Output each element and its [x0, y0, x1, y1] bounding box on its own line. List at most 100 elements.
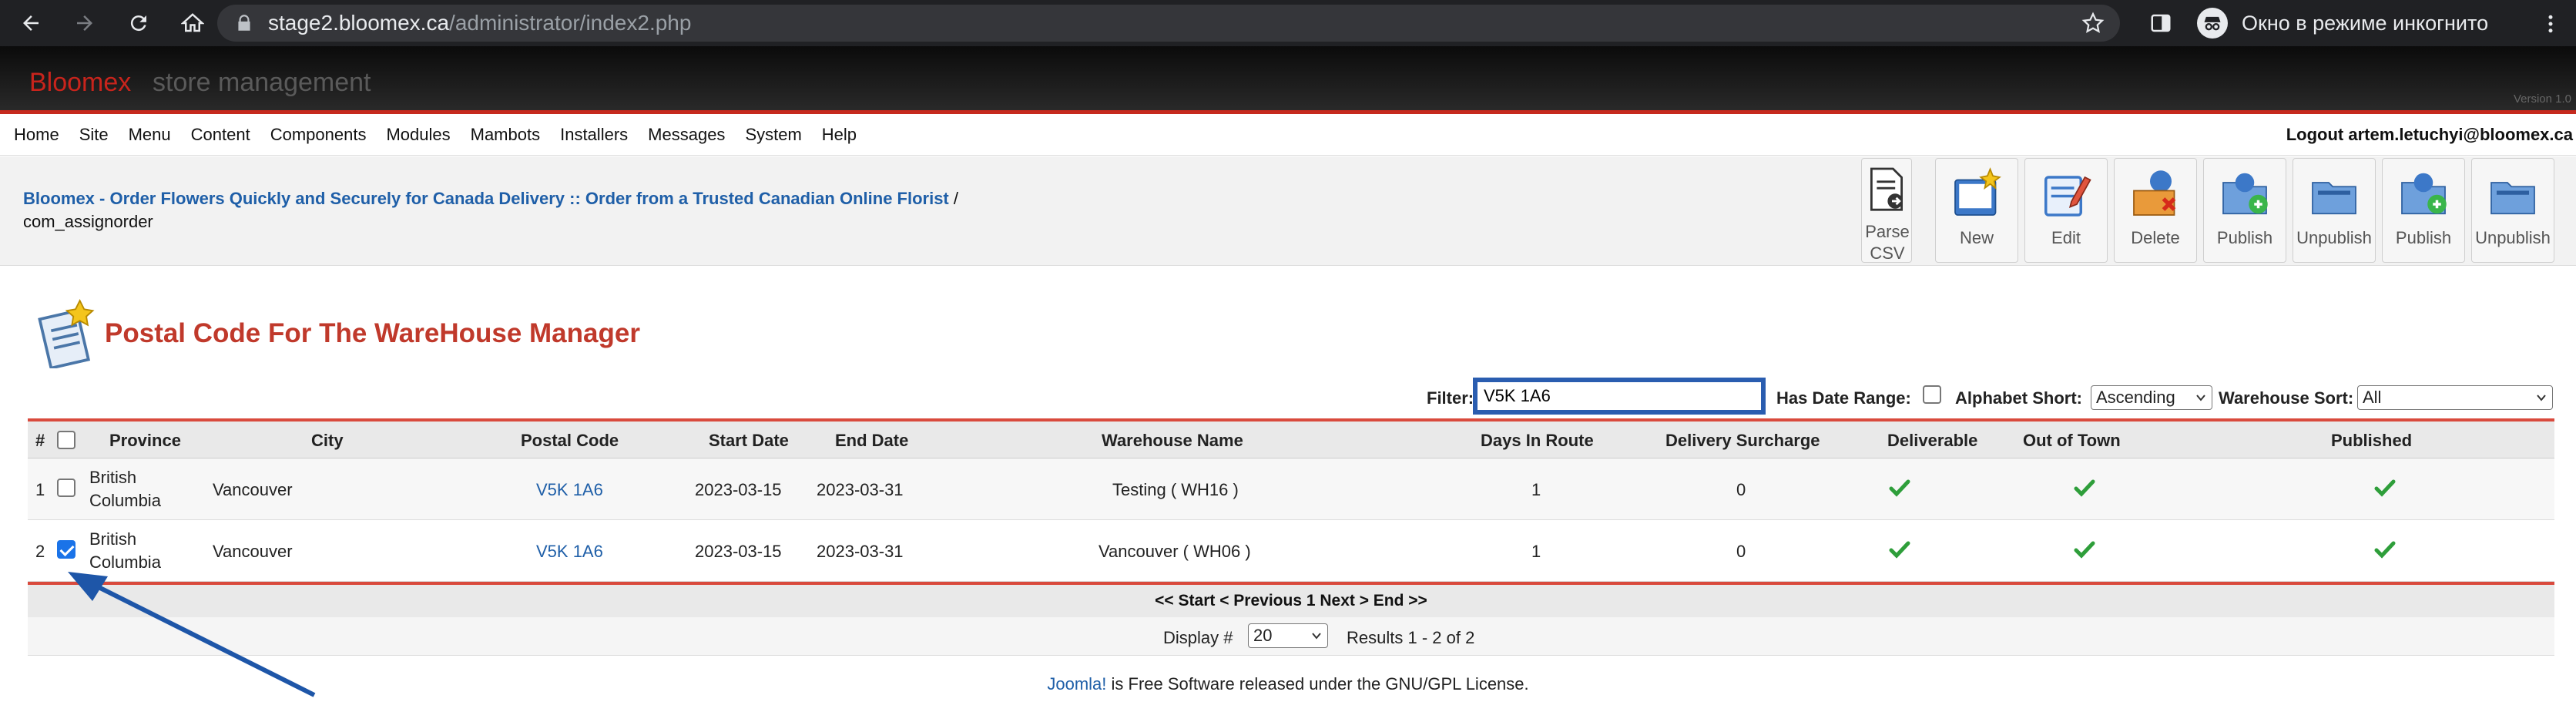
unpublish-icon — [2312, 182, 2356, 215]
admin-menu: Home Site Menu Content Components Module… — [0, 114, 2576, 156]
side-panel-icon[interactable] — [2149, 12, 2172, 35]
col-deliverable[interactable]: Deliverable — [1887, 431, 1977, 451]
col-out-of-town[interactable]: Out of Town — [2023, 431, 2121, 451]
warehouse-sort-select[interactable]: All — [2357, 385, 2553, 410]
browser-right-controls: Окно в режиме инкогнито — [2149, 5, 2504, 42]
unpublish-button[interactable]: Unpublish — [2293, 158, 2376, 263]
edit-button[interactable]: Edit — [2024, 158, 2108, 263]
bookmark-star-icon[interactable] — [2081, 12, 2105, 35]
display-label: Display # — [1163, 628, 1233, 647]
menu-home[interactable]: Home — [14, 125, 59, 145]
reload-button[interactable] — [122, 6, 156, 40]
new-label: New — [1959, 228, 1994, 247]
new-button[interactable]: New — [1935, 158, 2018, 263]
out-of-town-check-icon[interactable] — [2061, 479, 2108, 502]
alphabet-sort-value: Ascending — [2096, 388, 2175, 407]
menu-menu[interactable]: Menu — [129, 125, 171, 145]
row-days-in-route: 1 — [1531, 480, 1541, 499]
warehouse-sort-label: Warehouse Sort: — [2219, 388, 2354, 408]
parse-csv-button[interactable]: Parse CSV — [1861, 158, 1912, 263]
forward-button[interactable] — [68, 6, 102, 40]
publish-button[interactable]: Publish — [2203, 158, 2286, 263]
logout-link[interactable]: Logout artem.letuchyi@bloomex.ca — [2286, 125, 2573, 145]
clipboard-star-icon — [38, 299, 95, 368]
new-icon — [1954, 167, 2001, 216]
row-province: British Columbia — [89, 466, 161, 512]
published-check-icon[interactable] — [2362, 479, 2408, 502]
home-icon — [181, 13, 204, 32]
pagination[interactable]: << Start < Previous 1 Next > End >> — [28, 582, 2554, 617]
footer: Joomla! is Free Software released under … — [0, 674, 2576, 694]
published-check-icon[interactable] — [2362, 540, 2408, 563]
col-days-in-route[interactable]: Days In Route — [1481, 431, 1594, 451]
address-bar[interactable]: stage2.bloomex.ca/administrator/index2.p… — [217, 5, 2120, 42]
browser-menu-icon[interactable] — [2539, 12, 2562, 35]
col-delivery-surcharge[interactable]: Delivery Surcharge — [1665, 431, 1820, 451]
province-line1: British — [89, 468, 137, 487]
row-number: 1 — [35, 480, 45, 499]
page-title: Postal Code For The WareHouse Manager — [105, 318, 640, 348]
deliverable-check-icon[interactable] — [1877, 540, 1923, 563]
deliverable-check-icon[interactable] — [1877, 479, 1923, 502]
filter-input[interactable] — [1473, 378, 1766, 415]
breadcrumb-current: com_assignorder — [23, 212, 153, 231]
col-province[interactable]: Province — [109, 431, 181, 451]
results-count: Results 1 - 2 of 2 — [1347, 628, 1475, 647]
menu-modules[interactable]: Modules — [386, 125, 450, 145]
joomla-link[interactable]: Joomla! — [1047, 674, 1106, 694]
menu-messages[interactable]: Messages — [648, 125, 725, 145]
row-city: Vancouver — [213, 480, 293, 499]
publish-icon — [2222, 173, 2268, 215]
col-postal-code[interactable]: Postal Code — [521, 431, 619, 451]
publish-icon — [2401, 173, 2447, 215]
province-line2: Columbia — [89, 491, 161, 510]
publish-button-2[interactable]: Publish — [2382, 158, 2465, 263]
out-of-town-check-icon[interactable] — [2061, 540, 2108, 563]
component-header: Postal Code For The WareHouse Manager — [34, 299, 640, 368]
row-checkbox[interactable] — [57, 540, 75, 559]
row-checkbox[interactable] — [57, 479, 75, 497]
col-city[interactable]: City — [311, 431, 344, 451]
row-postal-code-link[interactable]: V5K 1A6 — [536, 480, 603, 500]
col-published[interactable]: Published — [2331, 431, 2412, 451]
incognito-label: Окно в режиме инкогнито — [2242, 11, 2489, 35]
row-end-date: 2023-03-31 — [817, 542, 904, 561]
menu-system[interactable]: System — [745, 125, 801, 145]
row-start-date: 2023-03-15 — [695, 480, 782, 499]
home-button[interactable] — [176, 6, 210, 40]
row-days-in-route: 1 — [1531, 542, 1541, 561]
delete-icon — [2133, 170, 2176, 216]
unpublish-button-2[interactable]: Unpublish — [2471, 158, 2554, 263]
row-warehouse-name: Vancouver ( WH06 ) — [1098, 542, 1251, 561]
unpublish-icon — [2490, 182, 2535, 215]
breadcrumb: Bloomex - Order Flowers Quickly and Secu… — [23, 187, 1102, 233]
select-all-checkbox[interactable] — [57, 431, 75, 449]
menu-help[interactable]: Help — [822, 125, 857, 145]
row-end-date: 2023-03-31 — [817, 480, 904, 499]
menu-site[interactable]: Site — [79, 125, 109, 145]
province-line1: British — [89, 529, 137, 549]
col-warehouse-name[interactable]: Warehouse Name — [1102, 431, 1243, 451]
chevron-down-icon — [2196, 395, 2205, 401]
alphabet-sort-select[interactable]: Ascending — [2091, 385, 2212, 410]
date-range-checkbox[interactable] — [1923, 385, 1941, 404]
menu-installers[interactable]: Installers — [560, 125, 628, 145]
footer-text: is Free Software released under the GNU/… — [1106, 674, 1529, 694]
back-button[interactable] — [14, 6, 48, 40]
parse-csv-icon — [1870, 167, 1903, 211]
col-end-date[interactable]: End Date — [835, 431, 908, 451]
col-start-date[interactable]: Start Date — [709, 431, 789, 451]
forward-arrow-icon — [77, 15, 92, 31]
incognito-indicator[interactable]: Окно в режиме инкогнито — [2192, 5, 2504, 41]
menu-mambots[interactable]: Mambots — [471, 125, 540, 145]
toolbar-area: Bloomex - Order Flowers Quickly and Secu… — [0, 156, 2576, 266]
breadcrumb-site-link[interactable]: Bloomex - Order Flowers Quickly and Secu… — [23, 189, 949, 208]
menu-components[interactable]: Components — [270, 125, 367, 145]
menu-content[interactable]: Content — [191, 125, 250, 145]
col-num: # — [35, 431, 45, 450]
delete-button[interactable]: Delete — [2114, 158, 2197, 263]
row-postal-code-link[interactable]: V5K 1A6 — [536, 542, 603, 562]
unpublish-label: Unpublish — [2296, 228, 2372, 247]
row-start-date: 2023-03-15 — [695, 542, 782, 561]
display-count-select[interactable]: 20 — [1248, 623, 1328, 648]
